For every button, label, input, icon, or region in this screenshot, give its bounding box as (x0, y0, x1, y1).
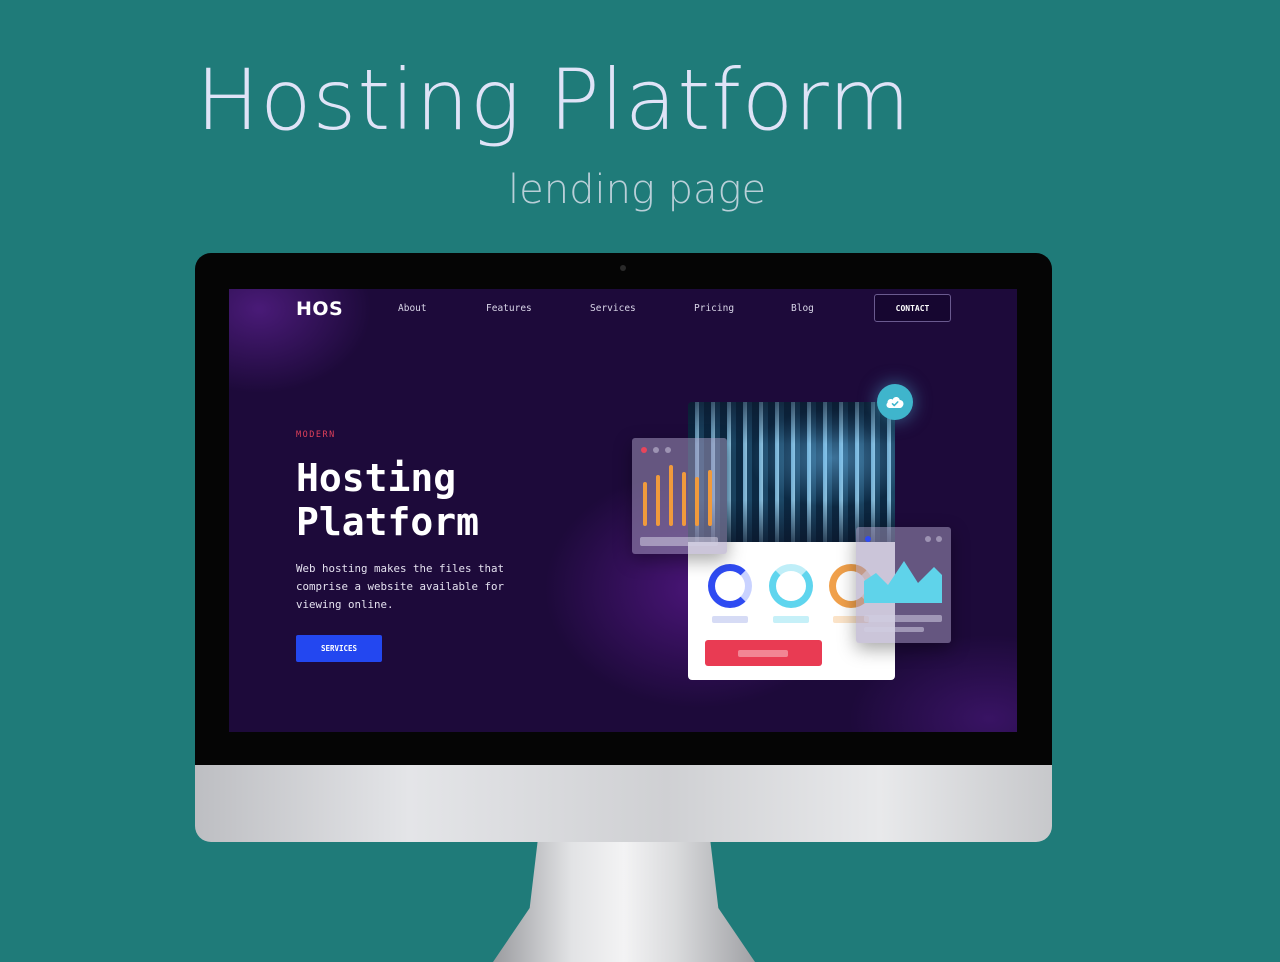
chart-bar (708, 470, 712, 526)
hero-title: Hosting Platform (296, 456, 480, 544)
donut-label (773, 616, 809, 623)
area-chart (864, 561, 942, 603)
monitor-camera (620, 265, 626, 271)
window-dot (936, 536, 942, 542)
window-dot (665, 447, 671, 453)
site-logo[interactable]: HOS (296, 298, 343, 320)
chart-bar (656, 475, 660, 526)
donut-label (712, 616, 748, 623)
card-line (864, 615, 942, 622)
cloud-check-badge[interactable] (877, 384, 913, 420)
window-dot-blue (865, 536, 871, 542)
nav-pricing[interactable]: Pricing (694, 303, 734, 314)
chart-bar (695, 477, 699, 526)
red-action-bar (705, 640, 822, 666)
area-chart-card (856, 527, 951, 643)
services-button[interactable]: SERVICES (296, 635, 382, 662)
nav-about[interactable]: About (398, 303, 427, 314)
bar-chart-card (632, 438, 727, 554)
card-line (864, 627, 924, 632)
card-footer-line (640, 537, 718, 546)
chart-bar (682, 472, 686, 526)
hero-description: Web hosting makes the files that compris… (296, 562, 505, 611)
window-dot (925, 536, 931, 542)
hero-eyebrow: MODERN (296, 430, 336, 440)
presentation-title: Hosting Platform (196, 51, 912, 149)
cyan-donut-chart (769, 564, 813, 608)
nav-blog[interactable]: Blog (791, 303, 814, 314)
window-dot-red (641, 447, 647, 453)
cloud-check-icon (886, 397, 904, 408)
website-screen: HOS About Features Services Pricing Blog… (229, 289, 1017, 732)
chart-bar (643, 482, 647, 526)
contact-button[interactable]: CONTACT (874, 294, 951, 322)
nav-features[interactable]: Features (486, 303, 532, 314)
chart-bar (669, 465, 673, 526)
presentation-subtitle: lending page (508, 167, 767, 213)
monitor-stand (493, 842, 755, 962)
blue-donut-chart (708, 564, 752, 608)
monitor-chin (195, 765, 1052, 842)
nav-services[interactable]: Services (590, 303, 636, 314)
window-dot (653, 447, 659, 453)
